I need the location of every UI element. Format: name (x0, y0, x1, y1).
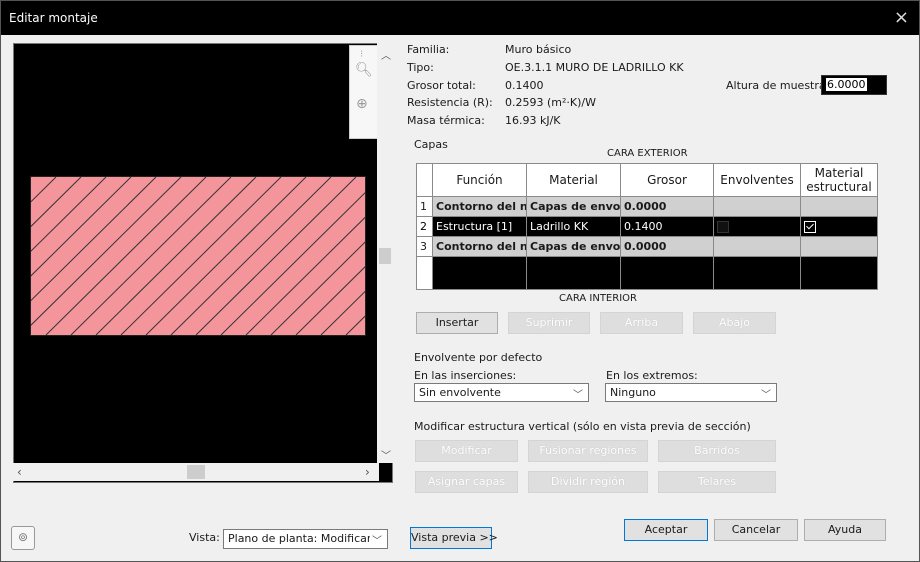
layers-table: Función Material Grosor Envolventes Mate… (416, 163, 878, 290)
interior-side-label: CARA INTERIOR (559, 293, 637, 304)
table-row[interactable] (416, 256, 878, 290)
scroll-down-icon[interactable]: ﹀ (381, 447, 391, 462)
family-value: Muro básico (505, 43, 572, 56)
delete-button[interactable]: Suprimir (508, 312, 590, 334)
col-thickness: Grosor (620, 163, 714, 197)
row-thickness[interactable]: 0.0000 (620, 196, 714, 217)
col-function: Función (432, 163, 527, 197)
wall-hatch-preview (30, 176, 366, 336)
insert-button[interactable]: Insertar (416, 312, 498, 334)
wraps-checkbox[interactable] (717, 221, 729, 233)
default-wrapping-title: Envolvente por defecto (414, 351, 543, 364)
exterior-side-label: CARA EXTERIOR (607, 148, 688, 159)
assign-layers-button[interactable]: Asignar capas (415, 471, 518, 493)
row-material[interactable]: Capas de envolvente (526, 236, 621, 257)
family-label: Familia: (407, 43, 450, 56)
sample-height-input[interactable]: 6.0000 (821, 75, 887, 95)
at-ends-select[interactable]: Ninguno ﹀ (605, 383, 777, 402)
preview-button[interactable]: Vista previa >> (410, 527, 498, 549)
row-wraps (713, 216, 801, 237)
at-inserts-select[interactable]: Sin envolvente ﹀ (414, 383, 589, 402)
steering-wheel-icon[interactable]: ⊚ (11, 526, 35, 550)
view-select[interactable]: Plano de planta: Modificar atributos﹀ (223, 529, 388, 549)
row-material[interactable]: Capas de envolvente (526, 196, 621, 217)
resistance-label: Resistencia (R): (407, 96, 493, 109)
row-function[interactable]: Contorno del núcleo (432, 196, 527, 217)
row-structural (800, 216, 878, 237)
horizontal-scroll-thumb[interactable] (187, 465, 205, 479)
help-button[interactable]: Ayuda (804, 519, 886, 541)
resistance-value: 0.2593 (m²·K)/W (505, 96, 596, 109)
col-wraps: Envolventes (713, 163, 801, 197)
vertical-scroll-thumb[interactable] (379, 248, 391, 264)
zoom-icon[interactable]: 🔍︎ (355, 62, 373, 78)
title-bar: Editar montaje × (1, 1, 919, 35)
table-row[interactable]: 1 Contorno del núcleo Capas de envolvent… (416, 196, 878, 217)
zoom-window-icon[interactable]: ⊕ (356, 96, 368, 112)
preview-pane[interactable] (13, 43, 393, 483)
at-ends-label: En los extremos: (606, 369, 698, 382)
window-title: Editar montaje (9, 11, 98, 25)
cancel-button[interactable]: Cancelar (714, 519, 798, 541)
row-material[interactable]: Ladrillo KK (526, 216, 621, 237)
navbar-grip-icon[interactable]: ⁝ (360, 49, 363, 60)
chevron-down-icon: ﹀ (372, 536, 382, 547)
row-wraps (713, 236, 801, 257)
hatch-line (31, 177, 32, 178)
ok-button[interactable]: Aceptar (624, 519, 708, 541)
thermal-mass-label: Masa térmica: (407, 114, 485, 127)
sample-height-label: Altura de muestra: (726, 79, 830, 92)
col-structural-material: Material estructural (800, 163, 878, 197)
row-wraps (713, 196, 801, 217)
row-structural (800, 196, 878, 217)
close-icon[interactable]: × (894, 7, 909, 28)
structural-material-checkbox[interactable] (804, 221, 816, 233)
layers-title: Capas (414, 138, 448, 151)
col-material: Material (526, 163, 621, 197)
preview-horizontal-scrollbar[interactable]: ‹ › (13, 463, 379, 481)
move-up-button[interactable]: Arriba (600, 312, 683, 334)
chevron-down-icon: ﹀ (761, 390, 771, 401)
navigation-bar: 🔍︎ ⊕ ⁝ (349, 45, 379, 139)
total-thickness-label: Grosor total: (407, 79, 476, 92)
type-value: OE.3.1.1 MURO DE LADRILLO KK (505, 61, 684, 74)
total-thickness-value: 0.1400 (505, 79, 544, 92)
row-number-header (416, 163, 433, 197)
chevron-down-icon: ﹀ (573, 390, 583, 401)
edit-assembly-dialog: Editar montaje × 🔍︎ ⊕ ⁝ ︿ ﹀ ‹ › Familia:… (0, 0, 920, 562)
scroll-right-icon[interactable]: › (365, 465, 370, 479)
table-row[interactable]: 3 Contorno del núcleo Capas de envolvent… (416, 236, 878, 257)
vertical-structure-title: Modificar estructura vertical (sólo en v… (414, 420, 751, 433)
row-thickness[interactable]: 0.0000 (620, 236, 714, 257)
merge-regions-button[interactable]: Fusionar regiones (528, 440, 648, 462)
table-row[interactable]: 2 Estructura [1] Ladrillo KK 0.1400 (416, 216, 878, 237)
modify-button[interactable]: Modificar (415, 440, 518, 462)
scroll-up-icon[interactable]: ︿ (381, 47, 391, 62)
view-label: Vista: (189, 531, 220, 544)
at-inserts-label: En las inserciones: (414, 369, 517, 382)
thermal-mass-value: 16.93 kJ/K (505, 114, 561, 127)
row-function[interactable]: Estructura [1] (432, 216, 527, 237)
row-thickness[interactable]: 0.1400 (620, 216, 714, 237)
type-label: Tipo: (407, 61, 434, 74)
move-down-button[interactable]: Abajo (693, 312, 776, 334)
split-region-button[interactable]: Dividir región (528, 471, 648, 493)
row-function[interactable]: Contorno del núcleo (432, 236, 527, 257)
row-structural (800, 236, 878, 257)
preview-vertical-scrollbar[interactable]: ︿ ﹀ (377, 43, 393, 463)
table-header: Función Material Grosor Envolventes Mate… (416, 163, 878, 197)
sweeps-button[interactable]: Barridos (658, 440, 776, 462)
scroll-left-icon[interactable]: ‹ (17, 465, 22, 479)
reveals-button[interactable]: Telares (658, 471, 776, 493)
